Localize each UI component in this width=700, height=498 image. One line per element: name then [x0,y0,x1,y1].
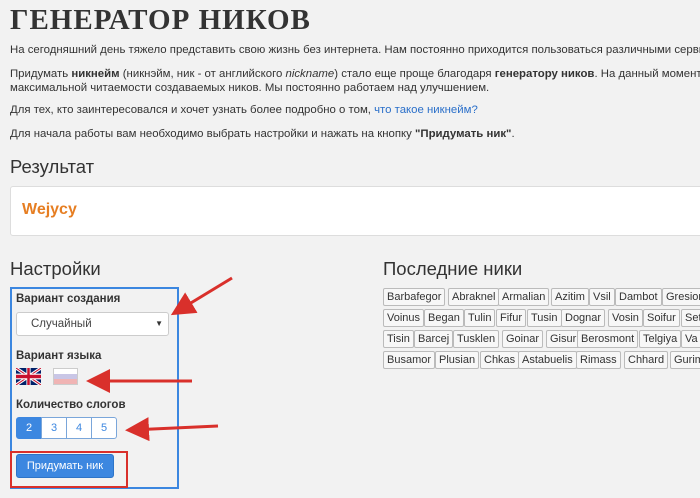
recent-nick-tag[interactable]: Set [681,309,700,327]
recent-nick-tag[interactable]: Chkas [480,351,520,369]
recent-nick-tag[interactable]: Rimass [576,351,621,369]
page-title: ГЕНЕРАТОР НИКОВ [10,4,311,36]
recent-nick-tag[interactable]: Busamor [383,351,436,369]
recent-nick-tag[interactable]: Vosin [608,309,643,327]
recent-nicks-heading: Последние ники [383,258,523,279]
recent-nick-tag[interactable]: Gisur [546,330,581,348]
syllables-option[interactable]: 5 [91,417,117,439]
syllables-selector: 2 3 4 5 [16,417,117,439]
intro-paragraph-3: Для тех, кто заинтересовался и хочет узн… [10,104,478,116]
recent-nick-tag[interactable]: Astabuelis [518,351,577,369]
ru-flag-icon[interactable] [53,368,78,385]
result-nick[interactable]: Wejycy [22,201,77,219]
recent-nick-tag[interactable]: Gurim [670,351,700,369]
syllables-option[interactable]: 2 [16,417,42,439]
chevron-down-icon: ▼ [155,319,163,328]
language-variant-label: Вариант языка [16,350,102,362]
creation-variant-value: Случайный [31,318,92,330]
recent-nick-tag[interactable]: Tusin [527,309,562,327]
recent-nick-tag[interactable]: Telgiya [639,330,682,348]
creation-variant-label: Вариант создания [16,293,121,305]
recent-nick-tag[interactable]: Plusian [435,351,480,369]
recent-nick-tag[interactable]: Tisin [383,330,414,348]
what-is-nickname-link[interactable]: что такое никнейм? [374,104,478,116]
recent-nick-tag[interactable]: Goinar [502,330,544,348]
recent-nick-tag[interactable]: Chhard [624,351,669,369]
recent-nick-tag[interactable]: Vsil [589,288,615,306]
recent-nick-tag[interactable]: Fifur [496,309,526,327]
generate-nick-button[interactable]: Придумать ник [16,454,114,478]
recent-nick-tag[interactable]: Soifur [643,309,680,327]
intro-paragraph-4: Для начала работы вам необходимо выбрать… [10,128,515,140]
recent-nick-tag[interactable]: Abraknel [448,288,500,306]
recent-nick-tag[interactable]: Began [424,309,464,327]
intro-paragraph-2: Придумать никнейм (никнэйм, ник - от анг… [10,68,700,94]
recent-nick-tag[interactable]: Berosmont [577,330,639,348]
result-heading: Результат [10,156,95,177]
recent-nick-tag[interactable]: Dambot [615,288,662,306]
syllables-option[interactable]: 3 [41,417,67,439]
recent-nick-tag[interactable]: Tusklen [453,330,500,348]
recent-nick-tag[interactable]: Gresion [662,288,700,306]
result-box: Wejycy [10,186,700,236]
recent-nick-tag[interactable]: Voinus [383,309,425,327]
recent-nick-tag[interactable]: Dognar [561,309,606,327]
syllables-label: Количество слогов [16,399,126,411]
recent-nick-tag[interactable]: Barcej [414,330,454,348]
uk-flag-icon[interactable] [16,368,41,385]
recent-nick-tag[interactable]: Armalian [498,288,550,306]
annotation-arrow [170,276,233,316]
recent-nick-tag[interactable]: Va [681,330,700,348]
recent-nick-tag[interactable]: Azitim [551,288,589,306]
syllables-option[interactable]: 4 [66,417,92,439]
intro-paragraph-1: На сегодняшний день тяжело представить с… [10,44,700,56]
recent-nick-tag[interactable]: Tulin [464,309,496,327]
recent-nick-tag[interactable]: Barbafegor [383,288,446,306]
creation-variant-select[interactable]: Случайный ▼ [16,312,169,336]
settings-heading: Настройки [10,258,101,279]
